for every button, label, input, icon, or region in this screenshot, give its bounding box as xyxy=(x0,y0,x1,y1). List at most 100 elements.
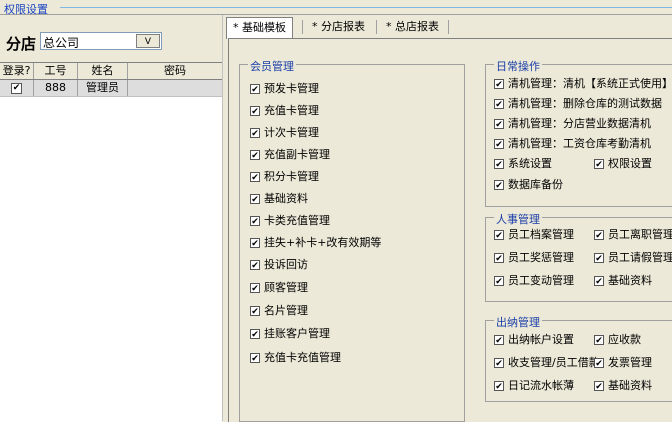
row-password-cell[interactable] xyxy=(128,80,222,96)
checkbox-label: 基础资料 xyxy=(608,274,652,287)
checkbox-member-5[interactable]: ✔ 基础资料 xyxy=(250,192,308,206)
row-login-cell[interactable]: ✔ xyxy=(0,80,34,96)
checkbox-label: 充值卡充值管理 xyxy=(264,351,341,364)
checkbox-label: 收支管理/员工借款 xyxy=(508,356,600,369)
checkbox-box[interactable]: ✔ xyxy=(494,119,504,130)
checkbox-hr-1[interactable]: ✔ 员工离职管理 xyxy=(594,228,672,242)
checkbox-box[interactable]: ✔ xyxy=(250,283,260,294)
checkbox-cashier-5[interactable]: ✔ 基础资料 xyxy=(594,379,652,393)
tab-branch-report[interactable]: * 分店报表 xyxy=(306,17,371,37)
checkbox-box[interactable]: ✔ xyxy=(494,79,504,90)
checkbox-box[interactable]: ✔ xyxy=(494,253,504,264)
checkbox-box[interactable]: ✔ xyxy=(494,381,504,392)
checkbox-label: 员工档案管理 xyxy=(508,228,574,241)
checkbox-label: 顾客管理 xyxy=(264,281,308,294)
checkbox-member-2[interactable]: ✔ 计次卡管理 xyxy=(250,126,319,140)
checkbox-label: 清机管理：删除仓库的测试数据 xyxy=(508,97,662,110)
col-header-password[interactable]: 密码 xyxy=(128,63,222,79)
checkbox-member-0[interactable]: ✔ 预发卡管理 xyxy=(250,82,319,96)
checkbox-box[interactable]: ✔ xyxy=(494,358,504,369)
table-row[interactable]: ✔ 888 管理员 xyxy=(0,80,222,97)
checkbox-member-4[interactable]: ✔ 积分卡管理 xyxy=(250,170,319,184)
checkbox-daily-5[interactable]: ✔ 权限设置 xyxy=(594,157,652,171)
checkbox-box[interactable]: ✔ xyxy=(594,358,604,369)
group-hr-title: 人事管理 xyxy=(494,211,542,227)
checkbox-label: 权限设置 xyxy=(608,157,652,170)
checkbox-member-9[interactable]: ✔ 顾客管理 xyxy=(250,281,308,295)
checkbox-box[interactable]: ✔ xyxy=(594,230,604,241)
checkbox-label: 基础资料 xyxy=(264,192,308,205)
checkbox-member-3[interactable]: ✔ 充值副卡管理 xyxy=(250,148,330,162)
checkbox-label: 卡类充值管理 xyxy=(264,214,330,227)
tab-separator xyxy=(448,20,449,34)
group-member: 会员管理 ✔ 预发卡管理 ✔ 充值卡管理 ✔ 计次卡管理 ✔ 充值副卡管理 ✔ 积分卡管理… xyxy=(239,58,465,422)
checkbox-label: 员工请假管理 xyxy=(608,251,672,264)
checkbox-box[interactable]: ✔ xyxy=(250,260,260,271)
checkbox-member-1[interactable]: ✔ 充值卡管理 xyxy=(250,104,319,118)
checkbox-box[interactable]: ✔ xyxy=(594,335,604,346)
checkbox-hr-0[interactable]: ✔ 员工档案管理 xyxy=(494,228,574,242)
checkbox-member-10[interactable]: ✔ 名片管理 xyxy=(250,304,308,318)
checkbox-member-7[interactable]: ✔ 挂失+补卡+改有效期等 xyxy=(250,236,381,250)
checkbox-box[interactable]: ✔ xyxy=(250,329,260,340)
checkbox-box[interactable]: ✔ xyxy=(594,159,604,170)
checkbox-daily-4[interactable]: ✔ 系统设置 xyxy=(494,157,552,171)
checkbox-hr-4[interactable]: ✔ 员工变动管理 xyxy=(494,274,574,288)
checkbox-cashier-4[interactable]: ✔ 日记流水帐薄 xyxy=(494,379,574,393)
checkbox-label: 积分卡管理 xyxy=(264,170,319,183)
checkbox-label: 出纳帐户设置 xyxy=(508,333,574,346)
checkbox-cashier-3[interactable]: ✔ 发票管理 xyxy=(594,356,652,370)
checkbox-box[interactable]: ✔ xyxy=(250,150,260,161)
checkbox-box[interactable]: ✔ xyxy=(250,216,260,227)
checkbox-daily-2[interactable]: ✔ 清机管理：分店营业数据清机 xyxy=(494,117,651,131)
col-header-login[interactable]: 登录? xyxy=(0,63,34,79)
checkbox-box[interactable]: ✔ xyxy=(494,139,504,150)
tab-basic-template[interactable]: * 基础模板 xyxy=(226,17,293,39)
checkbox-daily-1[interactable]: ✔ 清机管理：删除仓库的测试数据 xyxy=(494,97,662,111)
checkbox-box[interactable]: ✔ xyxy=(594,381,604,392)
checkbox-hr-5[interactable]: ✔ 基础资料 xyxy=(594,274,652,288)
checkbox-box[interactable]: ✔ xyxy=(250,106,260,117)
checkbox-member-12[interactable]: ✔ 充值卡充值管理 xyxy=(250,351,341,365)
checkbox-member-11[interactable]: ✔ 挂账客户管理 xyxy=(250,327,330,341)
checkbox-box[interactable]: ✔ xyxy=(250,238,260,249)
checkbox-box[interactable]: ✔ xyxy=(494,159,504,170)
checkbox-label: 挂账客户管理 xyxy=(264,327,330,340)
checkbox-label: 充值卡管理 xyxy=(264,104,319,117)
checkbox-box[interactable]: ✔ xyxy=(594,253,604,264)
checkbox-box[interactable]: ✔ xyxy=(494,180,504,191)
checkbox-box[interactable]: ✔ xyxy=(250,194,260,205)
checkbox-box[interactable]: ✔ xyxy=(250,84,260,95)
checkbox-cashier-1[interactable]: ✔ 应收款 xyxy=(594,333,641,347)
checkbox-daily-0[interactable]: ✔ 清机管理：清机【系统正式使用】 xyxy=(494,77,672,91)
branch-dropdown-button[interactable]: V xyxy=(136,34,160,48)
checkbox-box[interactable]: ✔ xyxy=(494,230,504,241)
checkbox-label: 应收款 xyxy=(608,333,641,346)
tab-head-report[interactable]: * 总店报表 xyxy=(380,17,445,37)
checkbox-label: 清机管理：工资仓库考勤清机 xyxy=(508,137,651,150)
checkbox-box[interactable]: ✔ xyxy=(250,353,260,364)
col-header-name[interactable]: 姓名 xyxy=(78,63,128,79)
checkbox-daily-3[interactable]: ✔ 清机管理：工资仓库考勤清机 xyxy=(494,137,651,151)
row-login-checkbox[interactable]: ✔ xyxy=(11,82,22,94)
col-header-id[interactable]: 工号 xyxy=(34,63,78,79)
branch-select-value: 总公司 xyxy=(43,36,80,50)
checkbox-box[interactable]: ✔ xyxy=(494,335,504,346)
row-name-cell: 管理员 xyxy=(78,80,128,96)
checkbox-cashier-0[interactable]: ✔ 出纳帐户设置 xyxy=(494,333,574,347)
branch-select[interactable]: 总公司 V xyxy=(40,32,162,50)
checkbox-box[interactable]: ✔ xyxy=(494,276,504,287)
checkbox-cashier-2[interactable]: ✔ 收支管理/员工借款 xyxy=(494,356,600,370)
checkbox-box[interactable]: ✔ xyxy=(594,276,604,287)
checkbox-hr-3[interactable]: ✔ 员工请假管理 xyxy=(594,251,672,265)
checkbox-box[interactable]: ✔ xyxy=(250,128,260,139)
checkbox-member-6[interactable]: ✔ 卡类充值管理 xyxy=(250,214,330,228)
checkbox-label: 充值副卡管理 xyxy=(264,148,330,161)
checkbox-member-8[interactable]: ✔ 投诉回访 xyxy=(250,258,308,272)
group-member-title: 会员管理 xyxy=(248,58,296,74)
checkbox-box[interactable]: ✔ xyxy=(250,172,260,183)
checkbox-box[interactable]: ✔ xyxy=(494,99,504,110)
checkbox-daily-6[interactable]: ✔ 数据库备份 xyxy=(494,178,563,192)
checkbox-hr-2[interactable]: ✔ 员工奖惩管理 xyxy=(494,251,574,265)
checkbox-box[interactable]: ✔ xyxy=(250,306,260,317)
